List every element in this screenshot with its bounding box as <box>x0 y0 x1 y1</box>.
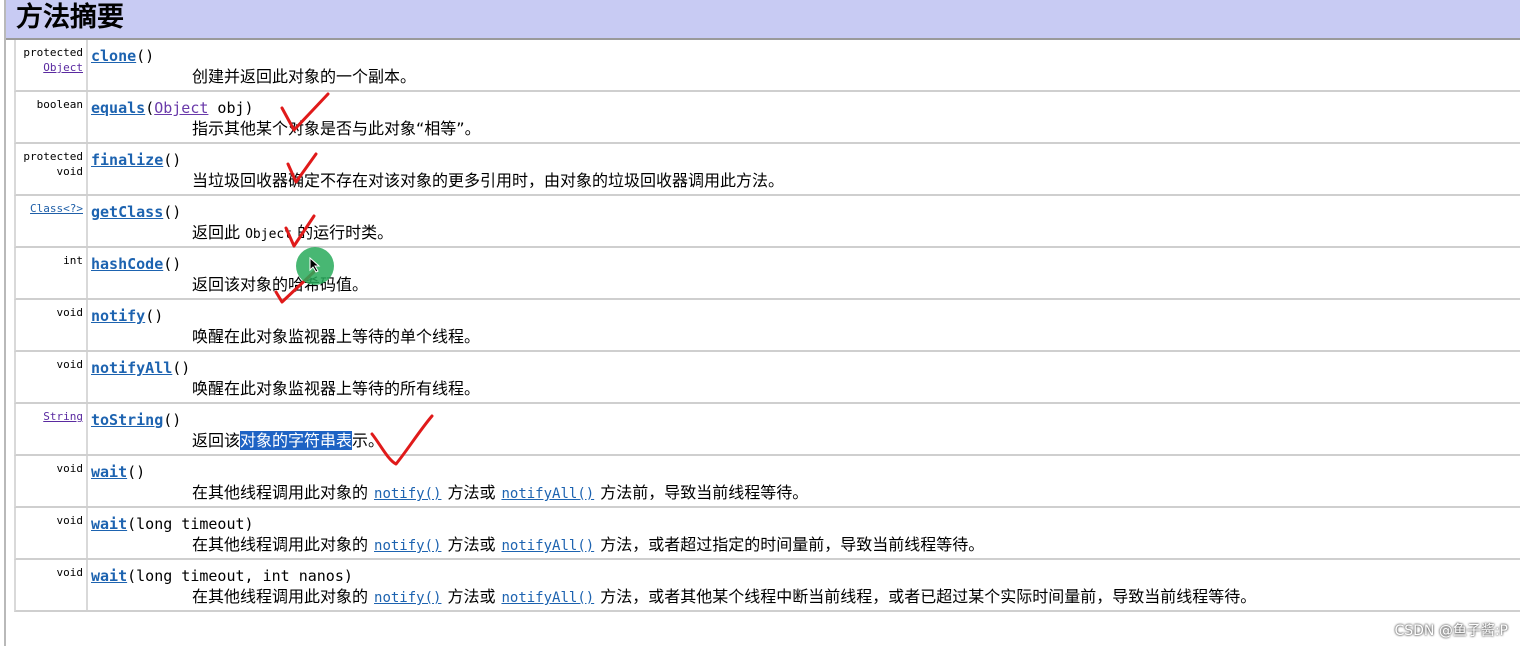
checkmark-icon <box>284 214 316 248</box>
watermark: CSDN @鱼子酱:P <box>1394 623 1508 639</box>
method-link[interactable]: clone <box>91 47 136 65</box>
selected-text[interactable]: 对象的字符串表 <box>240 431 353 450</box>
method-description: 在其他线程调用此对象的 notify() 方法或 notifyAll() 方法前，导致当… <box>192 483 809 502</box>
return-type: String <box>16 409 83 424</box>
method-signature: getClass() <box>91 203 182 221</box>
return-type: void <box>56 462 84 475</box>
return-type: protected Object <box>16 45 83 75</box>
section-header: 方法摘要 <box>6 0 1520 40</box>
method-link[interactable]: notify <box>91 307 145 325</box>
method-link[interactable]: finalize <box>91 151 163 169</box>
return-type: protected void <box>23 150 83 178</box>
checkmark-icon <box>280 92 330 132</box>
checkmark-icon <box>286 152 318 184</box>
method-signature: notifyAll() <box>91 359 191 377</box>
table-row: void wait() 在其他线程调用此对象的 notify() 方法或 notify… <box>14 456 1520 508</box>
table-row: void notify() 唤醒在此对象监视器上等待的单个线程。 <box>14 300 1520 352</box>
method-description: 当垃圾回收器确定不存在对该对象的更多引用时，由对象的垃圾回收器调用此方法。 <box>192 171 785 190</box>
param-type-link[interactable]: Object <box>154 99 208 117</box>
method-signature: hashCode() <box>91 255 182 273</box>
method-description: 在其他线程调用此对象的 notify() 方法或 notifyAll() 方法，或者其他… <box>192 587 1257 606</box>
notify-link[interactable]: notify() <box>374 538 441 554</box>
checkmark-icon <box>370 414 434 466</box>
table-row: int hashCode() 返回该对象的哈希码值。 <box>14 248 1520 300</box>
method-signature: finalize() <box>91 151 182 169</box>
method-link[interactable]: hashCode <box>91 255 163 273</box>
notifyall-link[interactable]: notifyAll() <box>501 590 594 606</box>
method-link[interactable]: wait <box>91 515 127 533</box>
table-row: boolean equals(Object obj) 指示其他某个对象是否与此对… <box>14 92 1520 144</box>
table-row: void wait(long timeout) 在其他线程调用此对象的 notif… <box>14 508 1520 560</box>
method-signature: clone() <box>91 47 155 65</box>
table-row: Class<?> getClass() 返回此 Object 的运行时类。 <box>14 196 1520 248</box>
notifyall-link[interactable]: notifyAll() <box>501 538 594 554</box>
return-type: void <box>56 358 84 371</box>
table-row: protected Object clone() 创建并返回此对象的一个副本。 <box>14 40 1520 92</box>
table-row: void wait(long timeout, int nanos) 在其他线程… <box>14 560 1520 612</box>
return-type: void <box>56 514 84 527</box>
page-title: 方法摘要 <box>16 2 124 33</box>
method-link[interactable]: wait <box>91 463 127 481</box>
table-row: void notifyAll() 唤醒在此对象监视器上等待的所有线程。 <box>14 352 1520 404</box>
method-signature: toString() <box>91 411 182 429</box>
table-row: String toString() 返回该对象的字符串表示。 <box>14 404 1520 456</box>
method-description: 唤醒在此对象监视器上等待的所有线程。 <box>192 379 481 398</box>
method-link[interactable]: getClass <box>91 203 163 221</box>
return-type: void <box>56 566 84 579</box>
method-description: 返回该对象的字符串表示。 <box>192 431 385 450</box>
cursor-icon <box>309 256 321 273</box>
method-link[interactable]: wait <box>91 567 127 585</box>
method-signature: wait(long timeout) <box>91 515 254 533</box>
method-signature: notify() <box>91 307 164 325</box>
method-description: 创建并返回此对象的一个副本。 <box>192 67 417 86</box>
method-description: 唤醒在此对象监视器上等待的单个线程。 <box>192 327 481 346</box>
method-signature: wait(long timeout, int nanos) <box>91 567 353 585</box>
return-type: boolean <box>36 98 83 111</box>
type-link[interactable]: Object <box>16 60 83 75</box>
return-type: void <box>56 306 84 319</box>
method-summary-table: protected Object clone() 创建并返回此对象的一个副本。 … <box>14 40 1520 612</box>
type-link[interactable]: String <box>16 409 83 424</box>
return-type: Class<?> <box>16 201 83 216</box>
notify-link[interactable]: notify() <box>374 486 441 502</box>
method-link[interactable]: toString <box>91 411 163 429</box>
notifyall-link[interactable]: notifyAll() <box>501 486 594 502</box>
method-description: 在其他线程调用此对象的 notify() 方法或 notifyAll() 方法，或者超过… <box>192 535 985 554</box>
type-link[interactable]: Class<?> <box>16 201 83 216</box>
method-link[interactable]: equals <box>91 99 145 117</box>
notify-link[interactable]: notify() <box>374 590 441 606</box>
method-signature: wait() <box>91 463 146 481</box>
method-signature: equals(Object obj) <box>91 99 254 117</box>
return-type: int <box>63 254 83 267</box>
table-row: protected void finalize() 当垃圾回收器确定不存在对该对象… <box>14 144 1520 196</box>
method-link[interactable]: notifyAll <box>91 359 172 377</box>
